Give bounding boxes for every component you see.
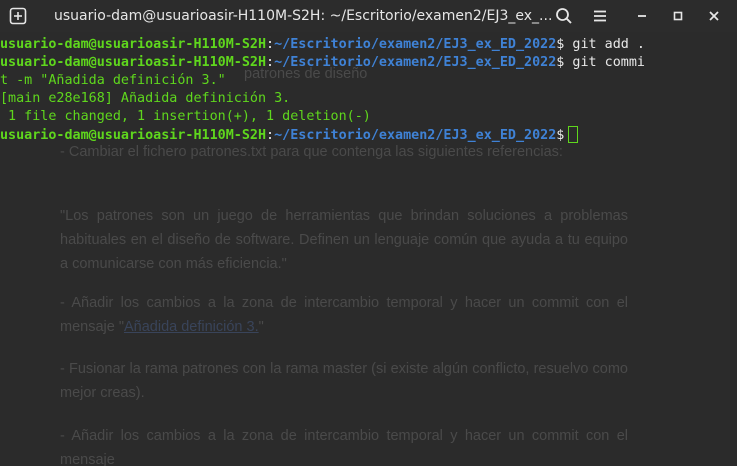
new-tab-icon[interactable] [9,7,27,25]
minimize-icon[interactable] [632,6,652,26]
terminal-output: 1 file changed, 1 insertion(+), 1 deleti… [0,109,371,124]
menu-icon[interactable] [590,6,610,26]
doc-paragraph: - Fusionar la rama patrones con la rama … [60,361,628,401]
title-bar: usuario-dam@usuarioasir-H110M-S2H: ~/Esc… [0,0,737,32]
terminal-line: usuario-dam@usuarioasir-H110M-S2H:~/Escr… [0,55,645,70]
terminal-cursor [568,126,579,143]
terminal-prompt: usuario-dam@usuarioasir-H110M-S2H:~/Escr… [0,126,579,144]
terminal-pane[interactable]: patrones de diseño - Cambiar el fichero … [0,32,737,466]
terminal-output: [main e28e168] Añadida definición 3. [0,91,291,106]
doc-link: Añadida definición 3. [123,319,259,335]
search-icon[interactable] [554,6,574,26]
maximize-icon[interactable] [668,6,688,26]
terminal-line: usuario-dam@usuarioasir-H110M-S2H:~/Escr… [0,37,645,52]
terminal-line: t -m "Añadida definición 3." [0,73,226,88]
doc-paragraph: - Añadir los cambios a la zona de interc… [60,428,628,466]
doc-paragraph: "Los patrones son un juego de herramient… [60,208,628,272]
doc-paragraph: - Añadir los cambios a la zona de interc… [60,295,628,335]
close-icon[interactable] [704,6,724,26]
window-title: usuario-dam@usuarioasir-H110M-S2H: ~/Esc… [54,8,553,24]
